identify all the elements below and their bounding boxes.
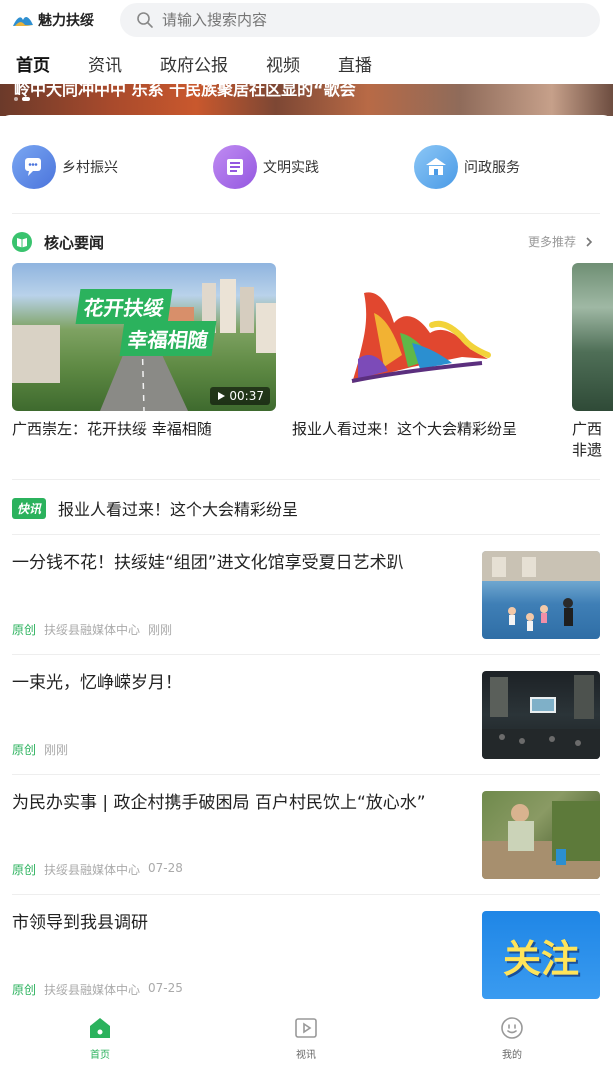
carousel-dot-active bbox=[22, 97, 30, 101]
profile-icon bbox=[501, 1017, 523, 1039]
original-tag: 原创 bbox=[12, 743, 37, 757]
divider bbox=[12, 213, 600, 214]
tab-gov-gazette[interactable]: 政府公报 bbox=[160, 51, 228, 76]
bottom-nav: 首页 视讯 我的 bbox=[0, 1010, 613, 1069]
book-icon bbox=[12, 232, 32, 252]
news-time: 07-28 bbox=[148, 861, 183, 875]
banner-caption: 岭中大同冲中中 乐系 十民族聚居社区显的“歌会 bbox=[14, 84, 356, 99]
banner-carousel[interactable]: 岭中大同冲中中 乐系 十民族聚居社区显的“歌会 bbox=[0, 84, 613, 116]
original-tag: 原创 bbox=[12, 983, 37, 997]
chevron-right-icon bbox=[586, 236, 593, 247]
flash-badge: 快讯 bbox=[12, 497, 47, 519]
carousel-dot bbox=[14, 97, 18, 101]
overlay-title: 花开扶绥 bbox=[75, 289, 173, 324]
news-title: 市领导到我县调研 bbox=[12, 913, 148, 933]
news-thumbnail bbox=[482, 671, 600, 759]
news-time: 刚刚 bbox=[148, 623, 173, 637]
core-news-header: 核心要闻 更多推荐 bbox=[12, 231, 600, 253]
top-bar: 魅力扶绥 bbox=[0, 0, 613, 42]
news-list-item[interactable]: 为民办实事 | 政企村携手破困局 百户村民饮上“放心水” 原创 扶绥县融媒体中心… bbox=[12, 775, 600, 895]
news-meta: 原创 扶绥县融媒体中心 刚刚 bbox=[12, 621, 172, 638]
card-thumbnail: 花开扶绥 幸福相随 00:37 bbox=[12, 263, 276, 411]
core-news-carousel[interactable]: 花开扶绥 幸福相随 00:37 广西崇左：花开扶绥 幸福相随 报业人看过来！这个… bbox=[0, 263, 613, 463]
section-title: 核心要闻 bbox=[44, 234, 105, 252]
quick-entry-label: 乡村振兴 bbox=[62, 160, 118, 176]
news-source: 扶绥县融媒体中心 bbox=[44, 623, 141, 637]
news-title: 一束光，忆峥嵘岁月！ bbox=[12, 673, 182, 693]
carousel-indicator bbox=[14, 97, 30, 101]
app-logo[interactable]: 魅力扶绥 bbox=[12, 10, 94, 30]
channel-tabs: 首页 资讯 政府公报 视频 直播 bbox=[0, 42, 613, 84]
quick-entry-civilization[interactable]: 文明实践 bbox=[213, 145, 319, 189]
quick-entry-rural-revival[interactable]: 乡村振兴 bbox=[12, 145, 118, 189]
news-thumbnail bbox=[482, 791, 600, 879]
news-source: 扶绥县融媒体中心 bbox=[44, 983, 141, 997]
tab-home[interactable]: 首页 bbox=[16, 51, 50, 76]
quick-entry-gov-service[interactable]: 问政服务 bbox=[414, 145, 520, 189]
video-icon bbox=[295, 1018, 317, 1038]
original-tag: 原创 bbox=[12, 863, 37, 877]
search-input[interactable] bbox=[162, 11, 582, 29]
home-icon bbox=[90, 1018, 110, 1038]
news-time: 刚刚 bbox=[44, 743, 69, 757]
original-tag: 原创 bbox=[12, 623, 37, 637]
news-card[interactable]: 花开扶绥 幸福相随 00:37 广西崇左：花开扶绥 幸福相随 bbox=[12, 263, 276, 440]
news-card[interactable]: 广西非遗 粥，万 bbox=[572, 263, 613, 463]
duration-text: 00:37 bbox=[229, 389, 264, 403]
news-list-item[interactable]: 市领导到我县调研 原创 扶绥县融媒体中心 07-25 关注 bbox=[12, 895, 600, 1010]
nav-label: 首页 bbox=[90, 1050, 110, 1061]
news-meta: 原创 扶绥县融媒体中心 07-25 bbox=[12, 981, 183, 998]
app-name: 魅力扶绥 bbox=[38, 13, 94, 29]
news-source: 扶绥县融媒体中心 bbox=[44, 863, 141, 877]
logo-icon bbox=[13, 17, 33, 26]
news-title: 为民办实事 | 政企村携手破困局 百户村民饮上“放心水” bbox=[12, 793, 426, 813]
conference-logo-icon bbox=[351, 292, 491, 383]
search-bar[interactable] bbox=[120, 3, 600, 37]
card-title: 报业人看过来！这个大会精彩纷呈 bbox=[292, 420, 518, 438]
more-label: 更多推荐 bbox=[527, 235, 576, 249]
thumbnail-text: 关注 bbox=[502, 936, 579, 981]
nav-profile[interactable]: 我的 bbox=[482, 1016, 542, 1061]
video-duration: 00:37 bbox=[210, 387, 270, 405]
news-time: 07-25 bbox=[148, 981, 183, 995]
nav-label: 视讯 bbox=[296, 1050, 316, 1061]
chat-icon bbox=[12, 145, 56, 189]
overlay-subtitle: 幸福相随 bbox=[119, 321, 217, 356]
quick-entry-label: 文明实践 bbox=[263, 160, 319, 176]
tab-news[interactable]: 资讯 bbox=[88, 51, 122, 76]
card-thumbnail bbox=[572, 263, 613, 411]
news-card[interactable]: 报业人看过来！这个大会精彩纷呈 bbox=[292, 263, 556, 440]
nav-label: 我的 bbox=[502, 1050, 522, 1061]
main-content: 乡村振兴 文明实践 问政服务 核心要闻 更多推荐 花开扶绥 幸福相随 00:37… bbox=[0, 115, 613, 1010]
government-icon bbox=[414, 145, 458, 189]
more-recommend-link[interactable]: 更多推荐 bbox=[528, 233, 596, 250]
card-title: 广西非遗 粥，万 bbox=[572, 420, 603, 463]
tab-video[interactable]: 视频 bbox=[266, 51, 300, 76]
divider bbox=[12, 479, 600, 480]
quick-entries: 乡村振兴 文明实践 问政服务 bbox=[0, 145, 613, 191]
news-list-item[interactable]: 一束光，忆峥嵘岁月！ 原创 刚刚 bbox=[12, 655, 600, 775]
flash-text: 报业人看过来！这个大会精彩纷呈 bbox=[58, 500, 299, 519]
flash-news[interactable]: 快讯 报业人看过来！这个大会精彩纷呈 bbox=[12, 497, 298, 519]
play-icon bbox=[218, 392, 226, 400]
news-list-item[interactable]: 一分钱不花！扶绥娃“组团”进文化馆享受夏日艺术趴 原创 扶绥县融媒体中心 刚刚 bbox=[12, 535, 600, 655]
news-meta: 原创 刚刚 bbox=[12, 741, 68, 758]
search-icon bbox=[137, 12, 153, 28]
nav-home[interactable]: 首页 bbox=[70, 1016, 130, 1061]
tab-live[interactable]: 直播 bbox=[338, 51, 372, 76]
card-thumbnail bbox=[292, 263, 556, 411]
nav-video[interactable]: 视讯 bbox=[276, 1016, 336, 1061]
news-title: 一分钱不花！扶绥娃“组团”进文化馆享受夏日艺术趴 bbox=[12, 553, 404, 573]
news-meta: 原创 扶绥县融媒体中心 07-28 bbox=[12, 861, 183, 878]
card-title: 广西崇左：花开扶绥 幸福相随 bbox=[12, 420, 212, 438]
news-thumbnail bbox=[482, 551, 600, 639]
news-thumbnail: 关注 bbox=[482, 911, 600, 999]
quick-entry-label: 问政服务 bbox=[464, 160, 520, 176]
newspaper-icon bbox=[213, 145, 257, 189]
